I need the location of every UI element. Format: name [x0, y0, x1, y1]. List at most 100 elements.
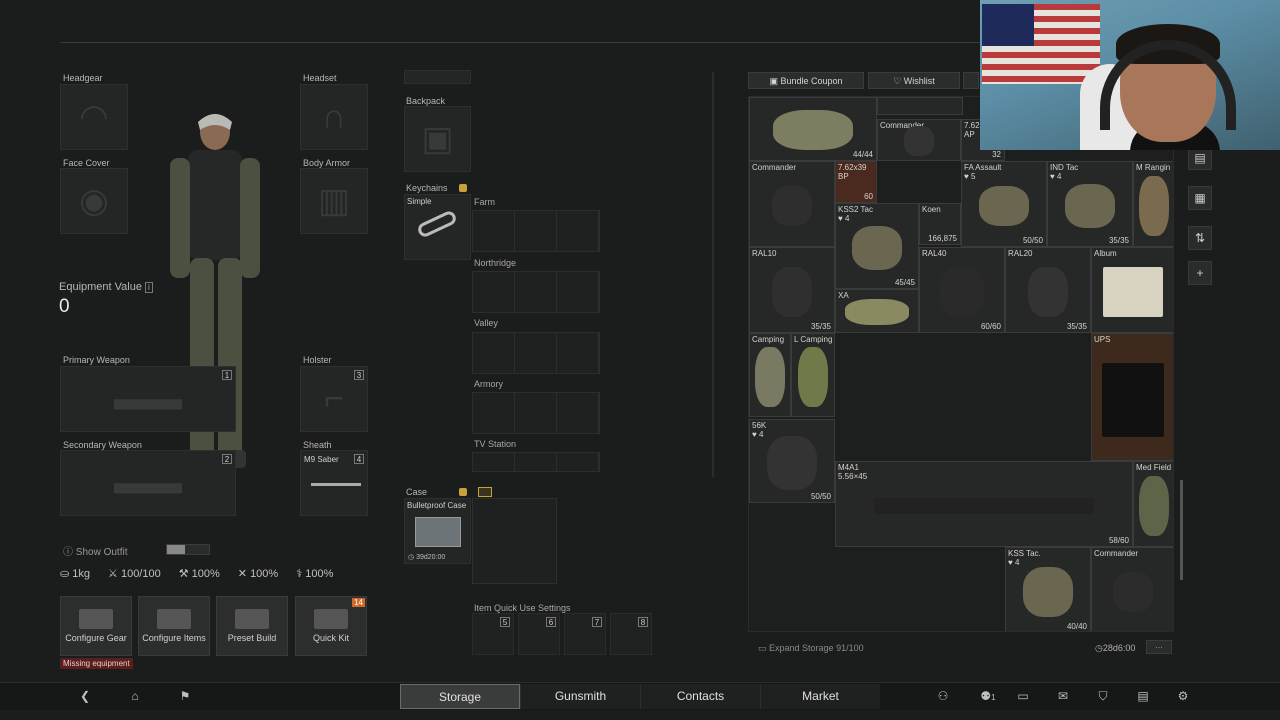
sheath-item-name: M9 Saber: [304, 455, 339, 464]
top-divider: [60, 42, 980, 43]
storage-grid[interactable]: 44/44 Commander 7.62 AP 32 Commander 7.62x…: [748, 96, 1174, 632]
primary-slot-number: 1: [222, 370, 232, 380]
face-cover-slot[interactable]: ◉: [60, 168, 128, 234]
storage-item[interactable]: L Camping: [791, 333, 835, 417]
back-icon[interactable]: ❮: [76, 689, 94, 703]
map-label-valley: Valley: [474, 318, 498, 328]
case-icon: [415, 517, 461, 547]
quick-slot-number: 7: [592, 617, 602, 627]
headgear-slot[interactable]: ◠: [60, 84, 128, 150]
keychain-item-name: Simple: [407, 197, 432, 206]
equipment-value: 0: [59, 296, 70, 317]
quick-use-slot-8[interactable]: 8: [610, 613, 652, 655]
shield-badge-icon: [459, 488, 467, 496]
shop-icon[interactable]: ⛉: [1094, 689, 1112, 704]
rifle-icon: ▬▬: [114, 379, 182, 418]
case-slot[interactable]: Bulletproof Case ◷ 39d20:00: [404, 498, 471, 564]
keychains-label: Keychains: [406, 183, 448, 193]
add-storage-button[interactable]: +: [1188, 261, 1212, 285]
wishlist-button[interactable]: ♡ Wishlist: [868, 72, 960, 89]
storage-item[interactable]: Commander: [1091, 547, 1173, 631]
transfer-button[interactable]: ⇅: [1188, 226, 1212, 250]
map-grid-armory[interactable]: [472, 392, 600, 434]
storage-item[interactable]: Commander: [877, 119, 961, 161]
keychain-slot[interactable]: Simple: [404, 194, 471, 260]
configure-items-button[interactable]: Configure Items: [138, 596, 210, 656]
tab-market[interactable]: Market: [760, 684, 880, 709]
bundle-coupon-button[interactable]: ▣ Bundle Coupon: [748, 72, 864, 89]
storage-item[interactable]: 56K ♥ 4 50/50: [749, 419, 835, 503]
primary-weapon-slot[interactable]: 1 ▬▬: [60, 366, 236, 432]
extra-top-button[interactable]: [963, 72, 979, 89]
storage-item[interactable]: XA: [835, 289, 919, 333]
storage-item[interactable]: IND Tac ♥ 4 35/35: [1047, 161, 1133, 247]
filter-button[interactable]: ▦: [1188, 186, 1212, 210]
storage-item[interactable]: RAL10 35/35: [749, 247, 835, 333]
mail-icon[interactable]: ✉: [1054, 689, 1072, 703]
storage-item[interactable]: Album: [1091, 247, 1173, 333]
tab-gunsmith[interactable]: Gunsmith: [520, 684, 640, 709]
sheath-slot[interactable]: 4 M9 Saber: [300, 450, 368, 516]
expand-storage-link[interactable]: ▭ Expand Storage 91/100: [758, 643, 864, 654]
tab-contacts[interactable]: Contacts: [640, 684, 760, 709]
storage-item[interactable]: UPS: [1091, 333, 1173, 461]
headset-slot[interactable]: ∩: [300, 84, 368, 150]
quick-use-slot-6[interactable]: 6: [518, 613, 560, 655]
primary-weapon-label: Primary Weapon: [63, 355, 130, 365]
notes-icon[interactable]: ▤: [1134, 689, 1152, 703]
preset-build-button[interactable]: Preset Build: [216, 596, 288, 656]
mask-icon: ◉: [79, 182, 109, 220]
storage-item[interactable]: KSS2 Tac ♥ 4 45/45: [835, 203, 919, 289]
ups-icon: [1102, 362, 1164, 437]
quick-use-slot-5[interactable]: 5: [472, 613, 514, 655]
storage-item-m4a1[interactable]: M4A1 5.56×45 58/60: [835, 461, 1133, 547]
more-button[interactable]: …: [1146, 640, 1172, 654]
storage-scrollbar[interactable]: [1180, 480, 1183, 580]
tab-storage[interactable]: Storage: [400, 684, 520, 709]
album-icon: [1103, 266, 1163, 317]
stat-3: ✕ 100%: [237, 568, 279, 580]
helmet-icon: ◠: [79, 98, 109, 136]
storage-item[interactable]: FA Assault ♥ 5 50/50: [961, 161, 1047, 247]
map-grid-northridge[interactable]: [472, 271, 600, 313]
sheath-slot-number: 4: [354, 454, 364, 464]
stat-4: ⚕ 100%: [296, 568, 334, 580]
sheath-label: Sheath: [303, 440, 332, 450]
storage-item[interactable]: 44/44: [749, 97, 877, 161]
outfit-switch[interactable]: [166, 544, 210, 555]
squad-icon[interactable]: ⚇: [934, 689, 952, 703]
storage-item[interactable]: Camping: [749, 333, 791, 417]
storage-item[interactable]: 7.62x39 BP 60: [835, 161, 877, 203]
storage-item[interactable]: RAL40 60/60: [919, 247, 1005, 333]
storage-item[interactable]: Med Field: [1133, 461, 1173, 547]
storage-item[interactable]: [877, 97, 963, 115]
configure-gear-button[interactable]: Configure Gear: [60, 596, 132, 656]
friends-icon[interactable]: ⚉1: [976, 689, 1000, 703]
map-label-northridge: Northridge: [474, 258, 517, 268]
holster-slot[interactable]: 3 ⌐: [300, 366, 368, 432]
settings-icon[interactable]: ⚙: [1174, 689, 1192, 703]
quick-slot-number: 5: [500, 617, 510, 627]
home-icon[interactable]: ⌂: [126, 689, 144, 703]
storage-item[interactable]: Koen 166,875: [919, 203, 961, 245]
quick-kit-button[interactable]: Quick Kit 14: [295, 596, 367, 656]
body-armor-slot[interactable]: ▥: [300, 168, 368, 234]
storage-item[interactable]: KSS Tac. ♥ 4 40/40: [1005, 547, 1091, 631]
chat-icon[interactable]: ▭: [1014, 689, 1032, 703]
scrollbar-track[interactable]: [712, 72, 714, 477]
quick-use-slot-7[interactable]: 7: [564, 613, 606, 655]
map-grid-valley[interactable]: [472, 332, 600, 374]
storage-item[interactable]: Commander: [749, 161, 835, 247]
storage-item[interactable]: M Rangin: [1133, 161, 1173, 247]
storage-item[interactable]: RAL20 35/35: [1005, 247, 1091, 333]
quick-use-label: Item Quick Use Settings: [474, 603, 571, 613]
flag-icon[interactable]: ⚑: [176, 689, 194, 703]
backpack-slot[interactable]: ▣: [404, 106, 471, 172]
case-storage-grid[interactable]: [472, 498, 557, 584]
map-grid-farm[interactable]: [472, 210, 600, 252]
show-outfit-toggle[interactable]: ⓘ Show Outfit: [63, 543, 127, 558]
map-grid-tv-station[interactable]: [472, 452, 600, 472]
headgear-label: Headgear: [63, 73, 103, 83]
toolbox-icon: [157, 609, 191, 629]
secondary-weapon-slot[interactable]: 2 ▬▬: [60, 450, 236, 516]
